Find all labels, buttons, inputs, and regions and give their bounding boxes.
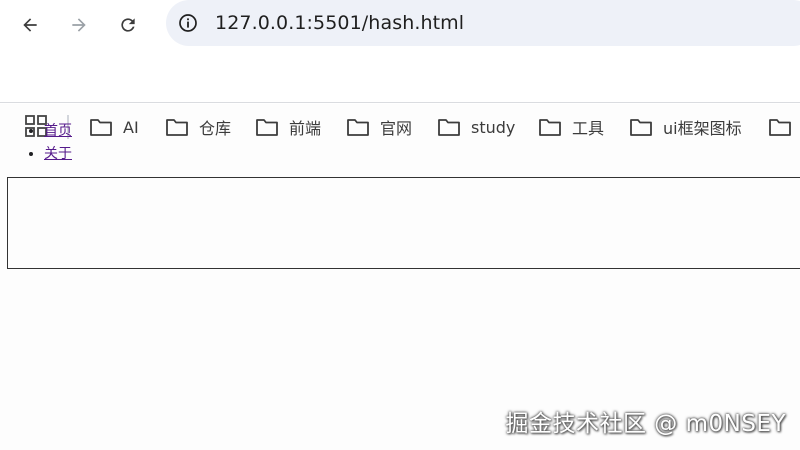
home-link[interactable]: 首页 [44, 123, 72, 139]
toolbar-divider [0, 102, 800, 103]
bookmark-folder-tools[interactable]: 工具 [538, 114, 604, 140]
url-text[interactable]: 127.0.0.1:5501/hash.html [215, 10, 464, 36]
list-item: 关于 [44, 143, 72, 166]
browser-chrome: 127.0.0.1:5501/hash.html AI 仓库 前端 官网 stu… [0, 0, 800, 139]
bookmark-label: 前端 [289, 119, 322, 138]
bookmark-label: 官网 [380, 119, 413, 138]
bookmark-label: AI [123, 117, 139, 137]
reload-icon [121, 18, 135, 32]
bookmark-folder-ui-icons[interactable]: ui框架图标 [629, 114, 742, 140]
folder-icon [438, 119, 460, 136]
about-link[interactable]: 关于 [44, 146, 72, 162]
watermark: 掘金技术社区 @ m0NSEY [505, 411, 786, 437]
bookmarks-bar: AI 仓库 前端 官网 study 工具 ui框架图标 [0, 52, 800, 139]
browser-toolbar: 127.0.0.1:5501/hash.html [0, 0, 800, 50]
forward-button[interactable] [63, 9, 95, 41]
bookmark-folder-repo[interactable]: 仓库 [165, 114, 231, 140]
bookmark-folder-frontend[interactable]: 前端 [255, 114, 321, 140]
back-button[interactable] [14, 9, 46, 41]
bookmark-folder-website[interactable]: 官网 [346, 114, 412, 140]
arrow-right-icon [72, 18, 86, 32]
bookmark-folder-study[interactable]: study [437, 114, 515, 140]
folder-icon [166, 119, 188, 136]
bookmark-label: 工具 [572, 119, 605, 138]
bookmark-folder-more[interactable] [768, 114, 800, 140]
bookmark-label: ui框架图标 [663, 119, 742, 138]
list-item: 首页 [44, 120, 72, 143]
bookmark-folder-ai[interactable]: AI [89, 114, 139, 140]
folder-icon [769, 119, 791, 136]
nav-link-list: 首页 关于 [24, 120, 72, 166]
info-icon[interactable] [178, 13, 198, 33]
folder-icon [90, 119, 112, 136]
reload-button[interactable] [112, 9, 144, 41]
bookmark-label: study [471, 117, 516, 137]
bookmark-label: 仓库 [199, 119, 232, 138]
router-view-container [7, 177, 800, 269]
folder-icon [630, 119, 652, 136]
folder-icon [539, 119, 561, 136]
arrow-left-icon [23, 18, 37, 32]
folder-icon [347, 119, 369, 136]
folder-icon [256, 119, 278, 136]
